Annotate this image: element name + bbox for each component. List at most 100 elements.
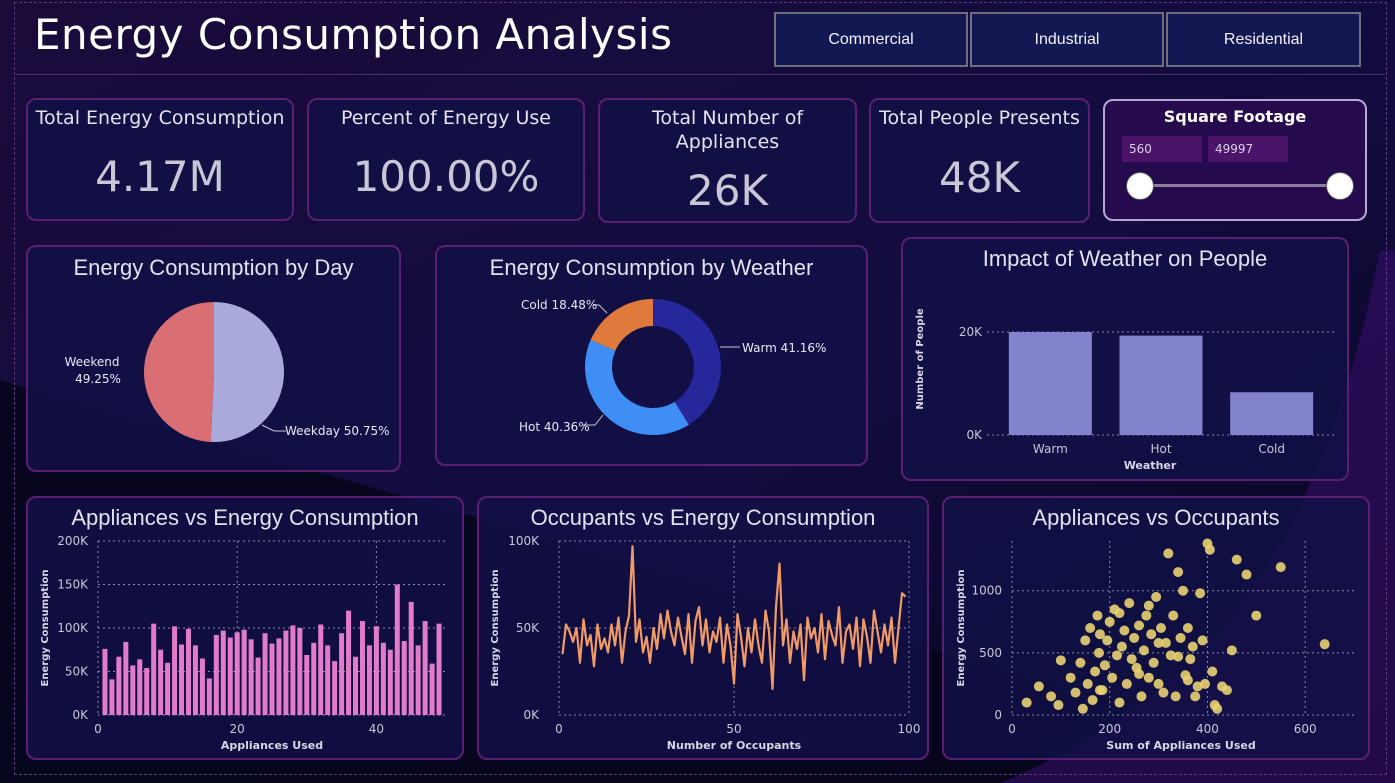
y-tick-label: 50K bbox=[65, 665, 89, 679]
scatter-point bbox=[1185, 654, 1196, 665]
bar bbox=[276, 638, 282, 715]
scatter-point bbox=[1092, 610, 1103, 621]
slider-max-handle[interactable] bbox=[1326, 172, 1354, 200]
bar bbox=[123, 641, 129, 715]
bar bbox=[151, 623, 157, 715]
weather-people-bar-chart: 0K 20K Warm Hot Cold Weather Number of People bbox=[915, 308, 1335, 472]
slider-min-handle[interactable] bbox=[1126, 172, 1154, 200]
scatter-point bbox=[1082, 678, 1093, 689]
scatter-point bbox=[1195, 588, 1206, 599]
bar bbox=[179, 644, 185, 715]
bar bbox=[318, 624, 324, 715]
bar bbox=[269, 643, 275, 715]
x-axis-label: Number of Occupants bbox=[667, 739, 802, 752]
x-tick-label: 50 bbox=[726, 722, 741, 736]
scatter-point bbox=[1090, 666, 1101, 677]
chart-card-energy-by-weather: Energy Consumption by Weather Warm 41.16… bbox=[435, 245, 868, 466]
y-tick-label: 0K bbox=[523, 708, 540, 722]
scatter-point bbox=[1070, 687, 1081, 698]
bar bbox=[185, 628, 191, 715]
kpi-value: 48K bbox=[939, 153, 1020, 202]
bar-hot bbox=[1119, 335, 1203, 435]
kpi-value: 4.17M bbox=[95, 152, 225, 201]
bar bbox=[199, 658, 205, 715]
y-tick-label: 150K bbox=[57, 578, 89, 592]
kpi-label: Total Energy Consumption bbox=[35, 107, 285, 129]
donut-slice-warm bbox=[653, 299, 721, 425]
scatter-point bbox=[1153, 678, 1164, 689]
scatter-point bbox=[1119, 625, 1130, 636]
bar bbox=[311, 642, 317, 715]
scatter-point bbox=[1197, 635, 1208, 646]
bar bbox=[304, 654, 310, 715]
bar bbox=[144, 668, 150, 715]
kpi-value: 26K bbox=[687, 166, 768, 215]
bar bbox=[297, 628, 303, 715]
scatter-point bbox=[1143, 672, 1154, 683]
scatter-point bbox=[1170, 691, 1181, 702]
scatter-point bbox=[1158, 687, 1169, 698]
segment-industrial-button[interactable]: Industrial bbox=[970, 12, 1164, 67]
scatter-point bbox=[1116, 641, 1127, 652]
scatter-point bbox=[1226, 645, 1237, 656]
bar bbox=[206, 678, 212, 715]
bar bbox=[130, 665, 136, 715]
chart-card-appliances-occupants: Appliances vs Occupants 0 500 1000 0 200 400 6… bbox=[942, 496, 1370, 760]
y-axis-label: Number of People bbox=[915, 308, 926, 410]
scatter-point bbox=[1190, 691, 1201, 702]
x-axis-label: Weather bbox=[1124, 459, 1177, 472]
scatter-point bbox=[1033, 681, 1044, 692]
bar bbox=[220, 630, 226, 715]
scatter-point bbox=[1112, 650, 1123, 661]
y-axis-label: Energy Consumption bbox=[40, 570, 51, 687]
scatter-point bbox=[1124, 598, 1135, 609]
bar bbox=[373, 626, 379, 715]
y-tick-label: 20K bbox=[959, 325, 983, 339]
x-tick-label: 600 bbox=[1294, 722, 1317, 736]
y-tick-label: 0K bbox=[966, 428, 983, 442]
slider-max-input[interactable]: 49997 bbox=[1208, 136, 1288, 162]
bar bbox=[248, 639, 254, 715]
segment-residential-button[interactable]: Residential bbox=[1166, 12, 1361, 67]
page-title: Energy Consumption Analysis bbox=[34, 10, 673, 59]
appliances-occupants-scatter-chart: 0 500 1000 0 200 400 600 Sum of Appliances Used… bbox=[956, 538, 1354, 752]
x-tick-label: 40 bbox=[369, 722, 384, 736]
scatter-point bbox=[1251, 610, 1262, 621]
scatter-point bbox=[1146, 629, 1157, 640]
bar bbox=[102, 648, 108, 715]
bar bbox=[234, 632, 240, 715]
scatter-point bbox=[1163, 548, 1174, 559]
y-tick-label: 1000 bbox=[971, 584, 1002, 598]
bar bbox=[415, 645, 421, 715]
bar bbox=[227, 637, 233, 715]
scatter-point bbox=[1129, 632, 1140, 643]
scatter-point bbox=[1087, 695, 1098, 706]
bar bbox=[353, 656, 359, 715]
bar bbox=[359, 621, 365, 715]
chart-card-appliances-energy: Appliances vs Energy Consumption 0K 50K 10… bbox=[26, 496, 464, 760]
scatter-point bbox=[1065, 672, 1076, 683]
label-weekend-percent: 49.25% bbox=[75, 372, 121, 386]
scatter-point bbox=[1138, 645, 1149, 656]
y-tick-label: 0 bbox=[994, 708, 1002, 722]
pie-slice-weekday bbox=[210, 302, 285, 442]
scatter-point bbox=[1114, 608, 1125, 619]
bar bbox=[387, 649, 393, 715]
y-axis-label: Energy Consumption bbox=[956, 570, 967, 687]
x-axis-label: Appliances Used bbox=[221, 739, 323, 752]
label-weekday: Weekday 50.75% bbox=[285, 424, 390, 438]
scatter-point bbox=[1231, 554, 1242, 565]
segment-commercial-button[interactable]: Commercial bbox=[774, 12, 968, 67]
x-axis-label: Sum of Appliances Used bbox=[1106, 739, 1255, 752]
kpi-card-total-energy: Total Energy Consumption 4.17M bbox=[26, 98, 294, 221]
scatter-point bbox=[1094, 685, 1105, 696]
scatter-point bbox=[1046, 691, 1057, 702]
scatter-point bbox=[1141, 610, 1152, 621]
bar bbox=[366, 645, 372, 715]
bar bbox=[422, 621, 428, 715]
bar bbox=[241, 629, 247, 715]
kpi-value: 100.00% bbox=[352, 152, 540, 201]
slider-min-input[interactable]: 560 bbox=[1122, 136, 1202, 162]
scatter-point bbox=[1207, 666, 1218, 677]
scatter-point bbox=[1173, 651, 1184, 662]
